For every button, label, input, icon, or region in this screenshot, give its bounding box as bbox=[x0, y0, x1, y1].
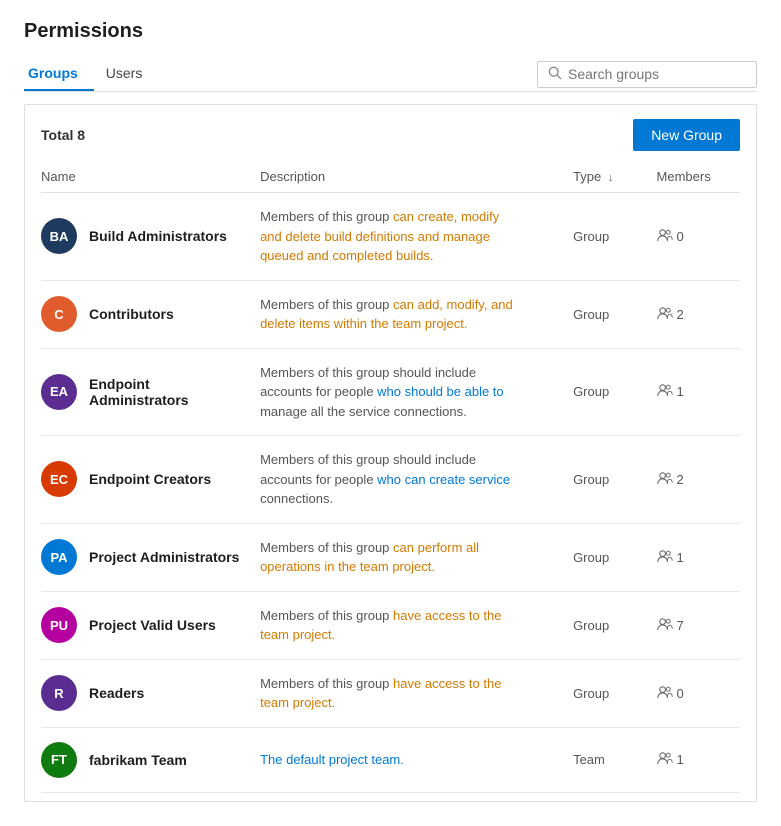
group-type: Group bbox=[573, 672, 656, 715]
group-members: 1 bbox=[657, 737, 740, 782]
table-row[interactable]: C Contributors Members of this group can… bbox=[41, 280, 740, 348]
header-row: Groups Users bbox=[24, 57, 757, 92]
group-name: Endpoint Creators bbox=[89, 471, 211, 487]
toolbar: Total 8 New Group bbox=[41, 105, 740, 161]
group-description: Members of this group have access to the… bbox=[260, 660, 540, 727]
group-type: Group bbox=[573, 215, 656, 258]
members-icon bbox=[657, 685, 673, 702]
group-name: Readers bbox=[89, 685, 144, 701]
tab-groups[interactable]: Groups bbox=[24, 57, 94, 91]
table-header-row: Name Description Type ↓ Members bbox=[41, 161, 740, 193]
tab-users[interactable]: Users bbox=[102, 57, 159, 91]
group-description: Members of this group should include acc… bbox=[260, 436, 540, 523]
members-icon bbox=[657, 383, 673, 400]
members-count: 1 bbox=[677, 752, 684, 767]
new-group-button[interactable]: New Group bbox=[633, 119, 740, 151]
group-members: 1 bbox=[657, 369, 740, 414]
avatar: C bbox=[41, 296, 77, 332]
group-description: Members of this group can add, modify, a… bbox=[260, 281, 540, 348]
group-name: fabrikam Team bbox=[89, 752, 187, 768]
group-description: Members of this group should include acc… bbox=[260, 349, 540, 436]
avatar: EA bbox=[41, 374, 77, 410]
table-row[interactable]: PU Project Valid Users Members of this g… bbox=[41, 591, 740, 659]
group-name: Build Administrators bbox=[89, 228, 227, 244]
tabs: Groups Users bbox=[24, 57, 166, 91]
group-type: Group bbox=[573, 370, 656, 413]
table-row[interactable]: R Readers Members of this group have acc… bbox=[41, 659, 740, 727]
group-members: 2 bbox=[657, 292, 740, 337]
members-icon bbox=[657, 306, 673, 323]
total-label: Total 8 bbox=[41, 127, 85, 143]
avatar: R bbox=[41, 675, 77, 711]
avatar: PA bbox=[41, 539, 77, 575]
group-members: 2 bbox=[657, 457, 740, 502]
avatar: BA bbox=[41, 218, 77, 254]
members-count: 2 bbox=[677, 307, 684, 322]
group-members: 1 bbox=[657, 535, 740, 580]
search-box bbox=[537, 61, 757, 88]
avatar: EC bbox=[41, 461, 77, 497]
members-icon bbox=[657, 617, 673, 634]
group-description: Members of this group have access to the… bbox=[260, 592, 540, 659]
members-count: 1 bbox=[677, 550, 684, 565]
content-area: Total 8 New Group Name Description Type … bbox=[24, 104, 757, 802]
members-icon bbox=[657, 228, 673, 245]
group-name: Project Valid Users bbox=[89, 617, 216, 633]
table-row[interactable]: EC Endpoint Creators Members of this gro… bbox=[41, 436, 740, 524]
page-container: Permissions Groups Users Total 8 bbox=[0, 0, 781, 826]
col-members: Members bbox=[657, 161, 740, 193]
group-type: Group bbox=[573, 604, 656, 647]
sort-arrow-icon: ↓ bbox=[608, 172, 614, 184]
group-members: 7 bbox=[657, 603, 740, 648]
group-type: Group bbox=[573, 293, 656, 336]
members-icon bbox=[657, 549, 673, 566]
avatar: PU bbox=[41, 607, 77, 643]
members-count: 0 bbox=[677, 686, 684, 701]
page-title: Permissions bbox=[24, 20, 757, 43]
group-description: The default project team. bbox=[260, 736, 540, 784]
group-name: Contributors bbox=[89, 306, 174, 322]
group-members: 0 bbox=[657, 671, 740, 716]
group-members: 0 bbox=[657, 214, 740, 259]
avatar: FT bbox=[41, 742, 77, 778]
table-row[interactable]: PA Project Administrators Members of thi… bbox=[41, 523, 740, 591]
table-row[interactable]: BA Build Administrators Members of this … bbox=[41, 193, 740, 281]
group-name: Project Administrators bbox=[89, 549, 239, 565]
search-icon bbox=[548, 66, 562, 83]
col-description: Description bbox=[260, 161, 573, 193]
groups-table: Name Description Type ↓ Members bbox=[41, 161, 740, 793]
members-count: 0 bbox=[677, 229, 684, 244]
members-icon bbox=[657, 751, 673, 768]
table-row[interactable]: FT fabrikam Team The default project tea… bbox=[41, 727, 740, 792]
table-row[interactable]: EA Endpoint Administrators Members of th… bbox=[41, 348, 740, 436]
group-type: Group bbox=[573, 536, 656, 579]
group-description: Members of this group can perform all op… bbox=[260, 524, 540, 591]
members-count: 2 bbox=[677, 472, 684, 487]
group-name: Endpoint Administrators bbox=[89, 376, 252, 408]
members-count: 1 bbox=[677, 384, 684, 399]
col-name: Name bbox=[41, 161, 260, 193]
members-icon bbox=[657, 471, 673, 488]
group-type: Group bbox=[573, 458, 656, 501]
group-description: Members of this group can create, modify… bbox=[260, 193, 540, 280]
col-type[interactable]: Type ↓ bbox=[573, 161, 656, 193]
group-type: Team bbox=[573, 738, 656, 781]
search-input[interactable] bbox=[568, 66, 746, 82]
members-count: 7 bbox=[677, 618, 684, 633]
